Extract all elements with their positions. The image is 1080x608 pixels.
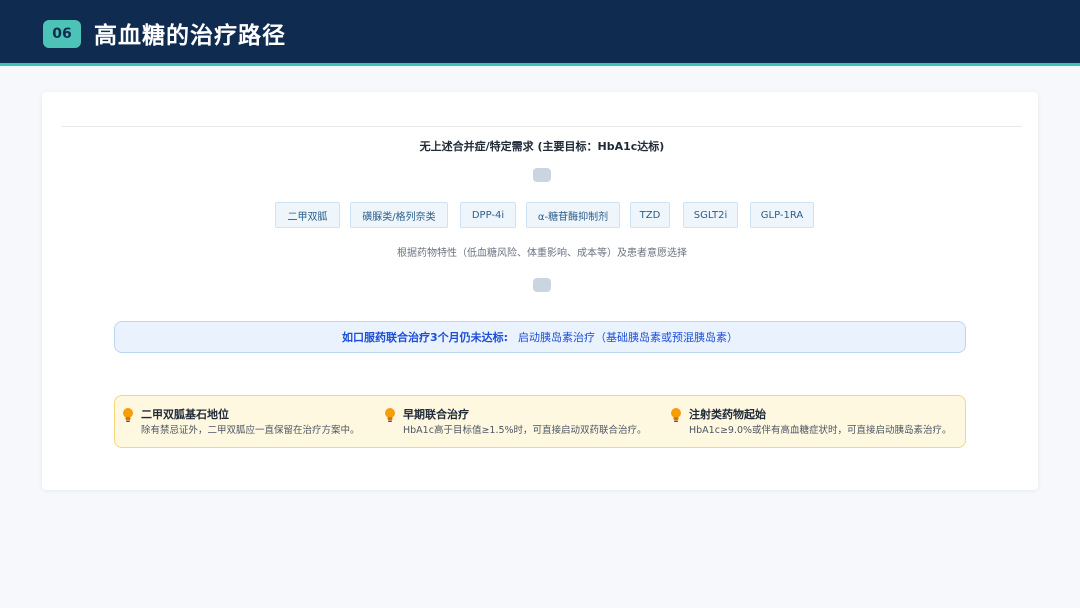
lightbulb-icon [671, 408, 681, 422]
tip-title: 二甲双胍基石地位 [141, 408, 229, 421]
connector-arrow-1 [533, 168, 551, 182]
page-title: 高血糖的治疗路径 [94, 22, 286, 49]
drug-options-row: 二甲双胍 磺脲类/格列奈类 DPP-4i α-糖苷酶抑制剂 TZD SGLT2i… [42, 202, 1042, 228]
tip-title: 早期联合治疗 [403, 408, 469, 421]
lightbulb-icon [385, 408, 395, 422]
tip-text: 除有禁忌证外，二甲双胍应一直保留在治疗方案中。 [141, 425, 360, 436]
insulin-condition-label: 如口服药联合治疗3个月仍未达标: [341, 331, 509, 344]
selection-criteria-note: 根据药物特性（低血糖风险、体重影响、成本等）及患者意愿选择 [397, 248, 687, 259]
header-bar: 06 高血糖的治疗路径 [0, 0, 1080, 66]
drug-tag-alpha-glucosidase: α-糖苷酶抑制剂 [526, 202, 620, 228]
drug-tag-metformin: 二甲双胍 [275, 202, 340, 228]
tip-text: HbA1c高于目标值≥1.5%时，可直接启动双药联合治疗。 [403, 425, 647, 436]
drug-tag-glp1ra: GLP-1RA [750, 202, 814, 228]
insulin-action-text: 启动胰岛素治疗（基础胰岛素或预混胰岛素） [518, 331, 739, 344]
drug-tag-tzd: TZD [630, 202, 670, 228]
drug-tag-dpp4i: DPP-4i [460, 202, 516, 228]
drug-tag-sglt2i: SGLT2i [683, 202, 738, 228]
top-divider [62, 126, 1022, 127]
key-tips-box: 二甲双胍基石地位 除有禁忌证外，二甲双胍应一直保留在治疗方案中。 早期联合治疗 … [114, 395, 966, 448]
insulin-escalation-box: 如口服药联合治疗3个月仍未达标: 启动胰岛素治疗（基础胰岛素或预混胰岛素） [114, 321, 966, 353]
section-number-badge: 06 [43, 20, 81, 48]
connector-arrow-2 [533, 278, 551, 292]
content-card: 无上述合并症/特定需求 (主要目标：HbA1c达标) 二甲双胍 磺脲类/格列奈类… [42, 92, 1038, 490]
drug-tag-sulfonylurea: 磺脲类/格列奈类 [350, 202, 448, 228]
tip-title: 注射类药物起始 [689, 408, 766, 421]
tip-text: HbA1c≥9.0%或伴有高血糖症状时，可直接启动胰岛素治疗。 [689, 425, 952, 436]
flow-start-label: 无上述合并症/特定需求 (主要目标：HbA1c达标) [419, 140, 665, 153]
lightbulb-icon [123, 408, 133, 422]
